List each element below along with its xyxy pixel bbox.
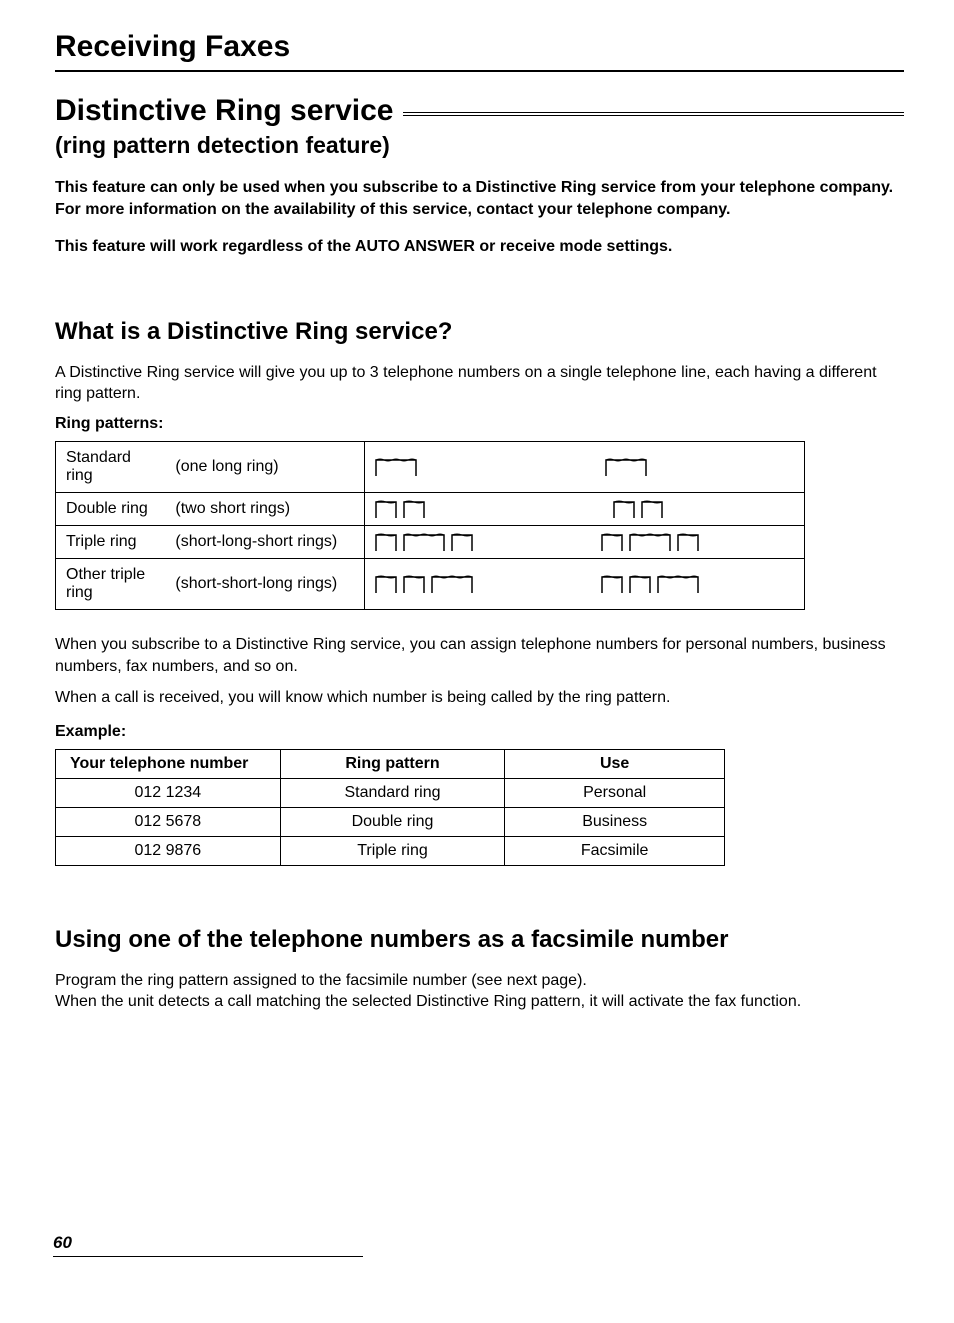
cell-pattern: Triple ring bbox=[280, 836, 505, 865]
page-header: Receiving Faxes bbox=[55, 30, 904, 72]
table-row: Double ring (two short rings) bbox=[56, 492, 805, 525]
ring-pulse-icon bbox=[451, 532, 473, 552]
pattern-desc: (two short rings) bbox=[165, 492, 364, 525]
ring-pulse-icon bbox=[601, 532, 623, 552]
pattern-wave bbox=[365, 441, 805, 492]
ring-pulse-icon bbox=[403, 574, 425, 594]
pattern-name: Other triple ring bbox=[56, 558, 166, 609]
after-paragraph-1: When you subscribe to a Distinctive Ring… bbox=[55, 634, 904, 677]
ring-pulse-icon bbox=[677, 532, 699, 552]
using-paragraph-1: Program the ring pattern assigned to the… bbox=[55, 970, 904, 992]
pattern-name: Double ring bbox=[56, 492, 166, 525]
pattern-wave bbox=[365, 558, 805, 609]
section-title: Distinctive Ring service bbox=[55, 94, 393, 128]
ring-pulse-icon bbox=[641, 499, 663, 519]
ring-pulse-icon bbox=[403, 532, 445, 552]
example-label: Example: bbox=[55, 723, 904, 741]
col-header-number: Your telephone number bbox=[56, 749, 281, 778]
ring-patterns-table: Standard ring (one long ring) Double rin… bbox=[55, 441, 805, 610]
section-subtitle: (ring pattern detection feature) bbox=[55, 132, 904, 159]
ring-pulse-icon bbox=[375, 532, 397, 552]
table-row: 012 9876 Triple ring Facsimile bbox=[56, 836, 725, 865]
using-heading: Using one of the telephone numbers as a … bbox=[55, 926, 904, 954]
cell-number: 012 9876 bbox=[56, 836, 281, 865]
title-row: Distinctive Ring service bbox=[55, 94, 904, 128]
table-row: 012 5678 Double ring Business bbox=[56, 807, 725, 836]
cell-use: Business bbox=[505, 807, 725, 836]
title-rule-icon bbox=[403, 112, 904, 116]
cell-pattern: Double ring bbox=[280, 807, 505, 836]
table-header-row: Your telephone number Ring pattern Use bbox=[56, 749, 725, 778]
pattern-desc: (one long ring) bbox=[165, 441, 364, 492]
pattern-name: Standard ring bbox=[56, 441, 166, 492]
what-paragraph: A Distinctive Ring service will give you… bbox=[55, 362, 904, 405]
ring-pulse-icon bbox=[431, 574, 473, 594]
ring-patterns-label: Ring patterns: bbox=[55, 415, 904, 433]
page-number: 60 bbox=[53, 1233, 363, 1257]
cell-use: Facsimile bbox=[505, 836, 725, 865]
table-row: 012 1234 Standard ring Personal bbox=[56, 778, 725, 807]
after-paragraph-2: When a call is received, you will know w… bbox=[55, 687, 904, 709]
cell-pattern: Standard ring bbox=[280, 778, 505, 807]
pattern-name: Triple ring bbox=[56, 525, 166, 558]
what-heading: What is a Distinctive Ring service? bbox=[55, 318, 904, 346]
table-row: Triple ring (short-long-short rings) bbox=[56, 525, 805, 558]
pattern-wave bbox=[365, 492, 805, 525]
example-table: Your telephone number Ring pattern Use 0… bbox=[55, 749, 725, 866]
table-row: Other triple ring (short-short-long ring… bbox=[56, 558, 805, 609]
ring-pulse-icon bbox=[629, 574, 651, 594]
cell-number: 012 5678 bbox=[56, 807, 281, 836]
ring-pulse-icon bbox=[657, 574, 699, 594]
ring-pulse-icon bbox=[375, 457, 417, 477]
pattern-wave bbox=[365, 525, 805, 558]
col-header-pattern: Ring pattern bbox=[280, 749, 505, 778]
ring-pulse-icon bbox=[601, 574, 623, 594]
table-row: Standard ring (one long ring) bbox=[56, 441, 805, 492]
ring-pulse-icon bbox=[629, 532, 671, 552]
intro-paragraph-2: This feature will work regardless of the… bbox=[55, 236, 904, 258]
intro-paragraph-1: This feature can only be used when you s… bbox=[55, 177, 904, 220]
ring-pulse-icon bbox=[375, 574, 397, 594]
cell-number: 012 1234 bbox=[56, 778, 281, 807]
cell-use: Personal bbox=[505, 778, 725, 807]
pattern-desc: (short-long-short rings) bbox=[165, 525, 364, 558]
col-header-use: Use bbox=[505, 749, 725, 778]
pattern-desc: (short-short-long rings) bbox=[165, 558, 364, 609]
using-paragraph-2: When the unit detects a call matching th… bbox=[55, 991, 904, 1013]
ring-pulse-icon bbox=[403, 499, 425, 519]
ring-pulse-icon bbox=[605, 457, 647, 477]
ring-pulse-icon bbox=[375, 499, 397, 519]
ring-pulse-icon bbox=[613, 499, 635, 519]
